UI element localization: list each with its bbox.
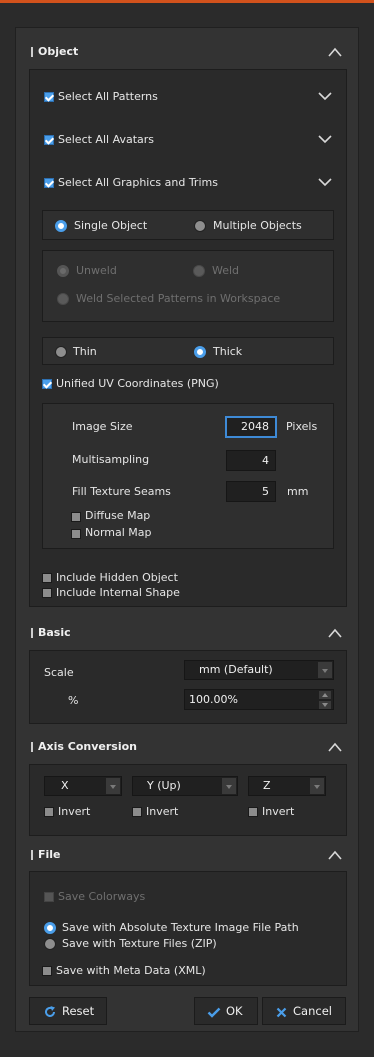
- cancel-button[interactable]: Cancel: [262, 997, 346, 1025]
- section-marker: [31, 47, 33, 57]
- select-all-patterns-checkbox[interactable]: [44, 92, 54, 102]
- window-top-accent-bar: [0, 0, 374, 3]
- scale-label: Scale: [44, 666, 74, 679]
- multiple-objects-label: Multiple Objects: [213, 219, 302, 232]
- dropdown-arrow-icon: [310, 778, 324, 794]
- invert-x-checkbox[interactable]: [44, 807, 54, 817]
- cancel-label: Cancel: [293, 1004, 332, 1018]
- unified-uv-checkbox[interactable]: [42, 379, 52, 389]
- reset-label: Reset: [62, 1004, 95, 1018]
- close-icon: [276, 1007, 287, 1018]
- axis-z-value: Z: [263, 779, 271, 792]
- fill-seams-input[interactable]: 5: [226, 481, 276, 502]
- fill-seams-unit: mm: [287, 485, 309, 498]
- unweld-label: Unweld: [76, 264, 117, 277]
- save-meta-checkbox[interactable]: [42, 966, 52, 976]
- invert-y-checkbox[interactable]: [132, 807, 142, 817]
- percent-label: %: [68, 694, 79, 707]
- dropdown-arrow-icon: [222, 778, 236, 794]
- dropdown-arrow-icon: [106, 778, 120, 794]
- scale-select-value: mm (Default): [199, 663, 273, 676]
- chevron-down-icon[interactable]: [318, 92, 332, 101]
- dropdown-arrow-icon: [318, 662, 332, 678]
- image-size-input[interactable]: 2048: [225, 416, 277, 438]
- thin-radio[interactable]: [55, 346, 67, 358]
- scale-select[interactable]: mm (Default): [184, 660, 334, 680]
- select-all-avatars-checkbox[interactable]: [44, 135, 54, 145]
- save-texture-zip-radio[interactable]: [44, 938, 56, 950]
- multiple-objects-radio[interactable]: [194, 220, 206, 232]
- scale-percent-input[interactable]: 100.00%: [184, 689, 334, 710]
- weld-options-group: [42, 250, 334, 322]
- weld-radio[interactable]: [193, 265, 205, 277]
- include-internal-checkbox[interactable]: [42, 588, 52, 598]
- select-all-graphics-label: Select All Graphics and Trims: [58, 176, 218, 189]
- axis-y-select[interactable]: Y (Up): [132, 776, 238, 796]
- section-marker: [31, 742, 33, 752]
- collapse-chevron-up-icon[interactable]: [328, 47, 342, 57]
- image-size-unit: Pixels: [286, 420, 318, 433]
- file-section-title: File: [38, 848, 61, 861]
- multisampling-label: Multisampling: [72, 453, 150, 466]
- normal-map-label: Normal Map: [85, 526, 152, 539]
- select-all-avatars-label: Select All Avatars: [58, 133, 155, 146]
- image-size-label: Image Size: [72, 420, 133, 433]
- invert-z-label: Invert: [262, 805, 295, 818]
- chevron-down-icon[interactable]: [318, 178, 332, 187]
- diffuse-map-checkbox[interactable]: [71, 512, 81, 522]
- spinner-arrows-icon[interactable]: [319, 691, 331, 709]
- thick-label: Thick: [213, 345, 243, 358]
- weld-label: Weld: [212, 264, 240, 277]
- save-meta-label: Save with Meta Data (XML): [56, 964, 206, 977]
- save-colorways-label: Save Colorways: [58, 890, 146, 903]
- include-hidden-checkbox[interactable]: [42, 573, 52, 583]
- unified-uv-label: Unified UV Coordinates (PNG): [56, 377, 219, 390]
- object-section-title: Object: [38, 45, 79, 58]
- reset-icon: [45, 1006, 55, 1017]
- axis-y-value: Y (Up): [147, 779, 181, 792]
- invert-x-label: Invert: [58, 805, 91, 818]
- check-icon: [207, 1007, 221, 1018]
- single-object-label: Single Object: [74, 219, 148, 232]
- fill-seams-label: Fill Texture Seams: [72, 485, 171, 498]
- ok-label: OK: [226, 1004, 243, 1018]
- section-marker: [31, 850, 33, 860]
- basic-section-title: Basic: [38, 626, 71, 639]
- select-all-patterns-label: Select All Patterns: [58, 90, 158, 103]
- weld-selected-radio[interactable]: [57, 293, 69, 305]
- axis-section-title: Axis Conversion: [38, 740, 137, 753]
- save-colorways-checkbox[interactable]: [44, 892, 54, 902]
- diffuse-map-label: Diffuse Map: [85, 509, 151, 522]
- section-marker: [31, 628, 33, 638]
- thick-radio[interactable]: [194, 346, 206, 358]
- scale-percent-value: 100.00%: [189, 693, 238, 706]
- include-hidden-label: Include Hidden Object: [56, 571, 178, 584]
- reset-button[interactable]: Reset: [29, 997, 107, 1025]
- collapse-chevron-up-icon[interactable]: [328, 850, 342, 860]
- normal-map-checkbox[interactable]: [71, 529, 81, 539]
- thin-label: Thin: [73, 345, 97, 358]
- chevron-down-icon[interactable]: [318, 135, 332, 144]
- axis-x-select[interactable]: X: [44, 776, 122, 796]
- save-texture-zip-label: Save with Texture Files (ZIP): [62, 937, 217, 950]
- save-absolute-path-label: Save with Absolute Texture Image File Pa…: [62, 921, 299, 934]
- unweld-radio[interactable]: [57, 265, 69, 277]
- axis-z-select[interactable]: Z: [248, 776, 326, 796]
- ok-button[interactable]: OK: [194, 997, 258, 1025]
- axis-x-value: X: [61, 779, 69, 792]
- select-all-graphics-checkbox[interactable]: [44, 178, 54, 188]
- collapse-chevron-up-icon[interactable]: [328, 742, 342, 752]
- single-object-radio[interactable]: [55, 220, 67, 232]
- multisampling-input[interactable]: 4: [226, 450, 276, 471]
- save-absolute-path-radio[interactable]: [44, 922, 56, 934]
- invert-z-checkbox[interactable]: [248, 807, 258, 817]
- collapse-chevron-up-icon[interactable]: [328, 628, 342, 638]
- axis-section-panel: [29, 764, 347, 836]
- invert-y-label: Invert: [146, 805, 179, 818]
- include-internal-label: Include Internal Shape: [56, 586, 180, 599]
- weld-selected-label: Weld Selected Patterns in Workspace: [76, 292, 281, 305]
